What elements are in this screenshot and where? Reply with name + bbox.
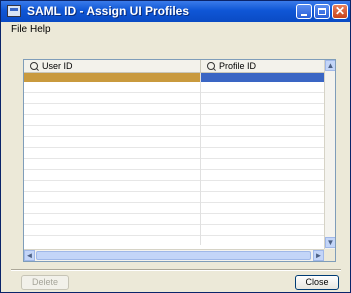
empty-rows[interactable] bbox=[24, 82, 324, 245]
column-header-user-id[interactable]: User ID bbox=[24, 60, 201, 72]
search-icon[interactable] bbox=[207, 62, 215, 70]
close-window-button[interactable]: ✕ bbox=[332, 4, 348, 19]
cell-profile-id[interactable] bbox=[201, 73, 324, 82]
menu-help[interactable]: Help bbox=[30, 24, 51, 35]
footer-divider bbox=[11, 269, 341, 271]
title-bar[interactable]: SAML ID - Assign UI Profiles ✕ bbox=[1, 1, 350, 22]
column-divider bbox=[200, 73, 201, 245]
column-label-profile-id: Profile ID bbox=[219, 61, 257, 71]
maximize-button[interactable] bbox=[314, 4, 330, 19]
table-row[interactable] bbox=[24, 73, 324, 82]
horizontal-scrollbar[interactable]: ◄ ► bbox=[24, 249, 324, 261]
column-label-user-id: User ID bbox=[42, 61, 73, 71]
scroll-up-icon[interactable]: ▲ bbox=[325, 60, 335, 71]
close-button[interactable]: Close bbox=[295, 275, 339, 290]
minimize-button[interactable] bbox=[296, 4, 312, 19]
window-title: SAML ID - Assign UI Profiles bbox=[27, 4, 190, 18]
menu-bar: File Help bbox=[1, 22, 350, 39]
vertical-scrollbar[interactable]: ▲ ▼ bbox=[324, 60, 335, 249]
horizontal-scroll-thumb[interactable] bbox=[36, 251, 311, 260]
scrollbar-corner bbox=[324, 249, 335, 261]
app-icon bbox=[7, 5, 21, 17]
column-header-profile-id[interactable]: Profile ID bbox=[201, 60, 324, 72]
cell-user-id[interactable] bbox=[24, 73, 200, 82]
assign-ui-profiles-window: SAML ID - Assign UI Profiles ✕ File Help… bbox=[0, 0, 351, 293]
menu-file[interactable]: File bbox=[11, 24, 27, 35]
delete-button[interactable]: Delete bbox=[21, 275, 69, 290]
profiles-grid[interactable]: User ID Profile ID ▲ ▼ ◄ ► bbox=[23, 59, 336, 262]
search-icon[interactable] bbox=[30, 62, 38, 70]
scroll-down-icon[interactable]: ▼ bbox=[325, 237, 335, 248]
scroll-left-icon[interactable]: ◄ bbox=[24, 250, 35, 261]
scroll-right-icon[interactable]: ► bbox=[313, 250, 324, 261]
grid-header: User ID Profile ID bbox=[24, 60, 324, 73]
